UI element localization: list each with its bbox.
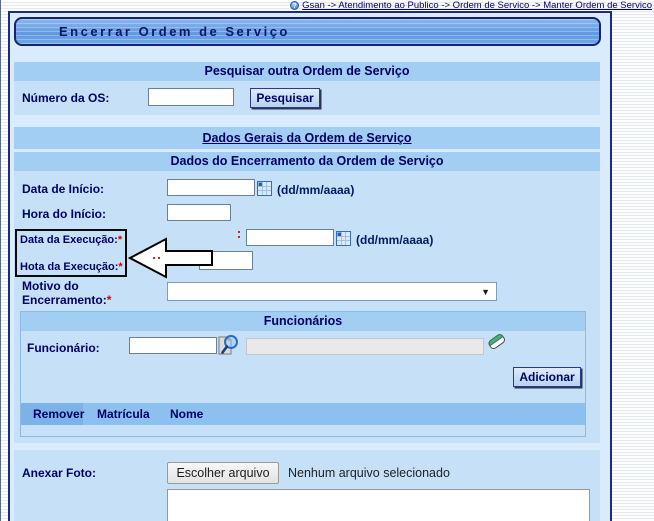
start-date-format-hint: (dd/mm/aaaa) bbox=[277, 183, 354, 197]
notes-textarea[interactable] bbox=[167, 489, 590, 521]
exec-date-input[interactable] bbox=[246, 229, 334, 246]
file-input-button[interactable]: Escolher arquivo bbox=[167, 462, 279, 484]
attach-photo-label: Anexar Foto: bbox=[22, 466, 96, 480]
employee-label: Funcionário: bbox=[27, 341, 100, 355]
reason-label-line1: Motivo do bbox=[22, 279, 79, 293]
reason-label-line2: Encerramento:* bbox=[22, 293, 111, 307]
eraser-icon[interactable] bbox=[486, 331, 508, 353]
reason-select[interactable]: ▼ bbox=[167, 282, 497, 301]
annotation-box: Data da Execução:* Hota da Execução:* bbox=[15, 229, 127, 277]
start-date-label: Data de Início: bbox=[22, 182, 104, 196]
red-dot-artifact bbox=[158, 257, 160, 259]
start-time-label: Hora do Início: bbox=[22, 207, 106, 221]
red-dot-artifact bbox=[153, 257, 155, 259]
column-header-remover: Remover bbox=[33, 407, 84, 421]
search-lookup-icon[interactable] bbox=[216, 333, 240, 357]
red-colon-artifact bbox=[238, 236, 240, 238]
column-header-matricula: Matrícula bbox=[97, 407, 150, 421]
breadcrumb-link[interactable]: Gsan -> Atendimento ao Publico -> Ordem … bbox=[302, 0, 652, 11]
calendar-icon-start-date[interactable] bbox=[257, 181, 272, 196]
exec-time-label: Hota da Execução:* bbox=[20, 261, 123, 273]
chevron-down-icon: ▼ bbox=[481, 287, 490, 297]
gsan-order-close-page: ? Gsan -> Atendimento ao Publico -> Orde… bbox=[0, 0, 654, 521]
annotation-arrow bbox=[128, 236, 214, 280]
file-status-text: Nenhum arquivo selecionado bbox=[288, 466, 450, 480]
help-icon[interactable]: ? bbox=[290, 1, 299, 10]
calendar-icon-exec-date[interactable] bbox=[336, 231, 351, 246]
employee-id-input[interactable] bbox=[129, 337, 217, 354]
page-title-bar: Encerrar Ordem de Serviço bbox=[14, 17, 601, 46]
os-number-input[interactable] bbox=[148, 88, 234, 106]
breadcrumb: ? Gsan -> Atendimento ao Publico -> Orde… bbox=[290, 0, 652, 11]
start-date-input[interactable] bbox=[167, 179, 255, 196]
column-header-nome: Nome bbox=[170, 407, 203, 421]
closing-data-header: Dados do Encerramento da Ordem de Serviç… bbox=[14, 152, 600, 171]
adicionar-button[interactable]: Adicionar bbox=[513, 367, 581, 387]
window-left-edge bbox=[0, 0, 1, 521]
employees-header: Funcionários bbox=[21, 312, 585, 331]
start-time-input[interactable] bbox=[167, 204, 231, 221]
exec-date-format-hint: (dd/mm/aaaa) bbox=[356, 233, 433, 247]
os-number-label: Número da OS: bbox=[22, 91, 109, 105]
pesquisar-button[interactable]: Pesquisar bbox=[250, 88, 320, 108]
page-title: Encerrar Ordem de Serviço bbox=[59, 24, 290, 39]
red-colon-artifact bbox=[238, 231, 240, 233]
general-data-link[interactable]: Dados Gerais da Ordem de Serviço bbox=[14, 127, 600, 149]
search-os-header: Pesquisar outra Ordem de Serviço bbox=[14, 62, 600, 81]
exec-date-label: Data da Execução:* bbox=[20, 234, 122, 246]
employee-name-field bbox=[246, 338, 484, 355]
